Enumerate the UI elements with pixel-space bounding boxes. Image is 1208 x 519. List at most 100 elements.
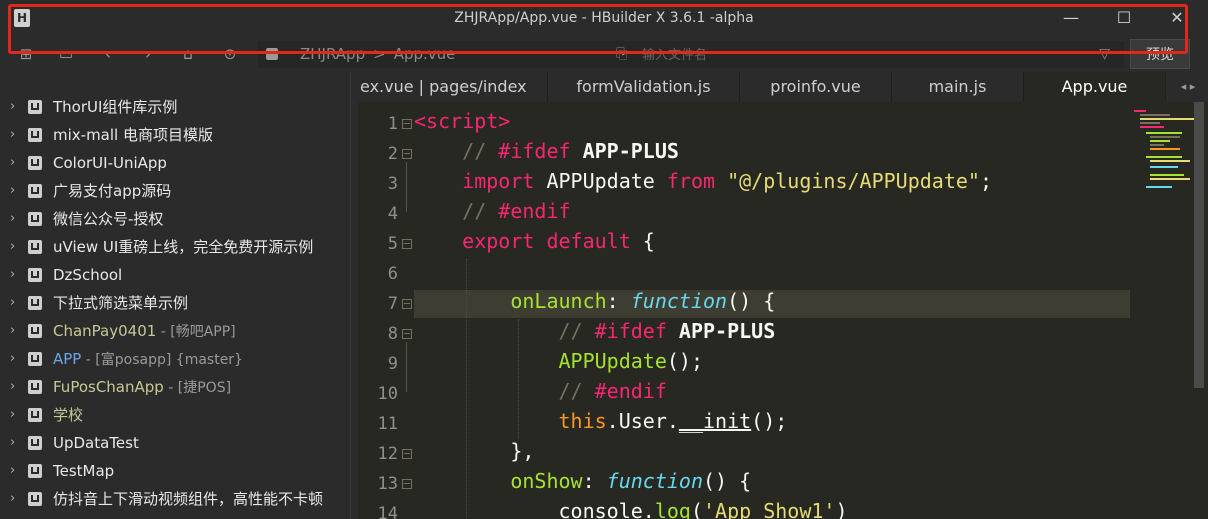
breadcrumb-file[interactable]: App.vue xyxy=(394,45,456,63)
project-name: 学校 xyxy=(53,406,84,424)
breadcrumb-project[interactable]: ZHJRApp xyxy=(300,45,365,63)
project-item[interactable]: › UpDataTest xyxy=(0,429,350,457)
minimap[interactable] xyxy=(1130,102,1196,282)
code-line: onLaunch: function() { xyxy=(510,289,776,313)
project-item[interactable]: › DzSchool xyxy=(0,261,350,289)
chevron-right-icon[interactable]: › xyxy=(10,463,15,478)
line-number: 9 xyxy=(387,354,398,374)
chevron-right-icon[interactable]: › xyxy=(10,323,15,338)
tab-scroll-arrows[interactable]: ◂ ▸ xyxy=(1168,72,1208,102)
line-number: 11 xyxy=(377,414,398,434)
tab-index-vue[interactable]: ex.vue | pages/index xyxy=(358,72,548,102)
fold-marker-icon[interactable] xyxy=(402,299,412,309)
fold-range-line xyxy=(406,162,407,212)
chevron-right-icon[interactable]: › xyxy=(10,351,15,366)
project-tag: - [捷POS] xyxy=(163,380,232,396)
chevron-right-icon[interactable]: › xyxy=(10,211,15,226)
project-item-label: FuPosChanApp - [捷POS] xyxy=(53,373,231,401)
project-item[interactable]: › ThorUI组件库示例 xyxy=(0,93,350,121)
project-icon xyxy=(28,268,42,282)
chevron-right-icon[interactable]: › xyxy=(10,379,15,394)
project-item[interactable]: › 广易支付app源码 xyxy=(0,177,350,205)
maximize-button[interactable]: ☐ xyxy=(1110,6,1138,30)
vertical-scrollbar[interactable] xyxy=(1194,102,1204,388)
line-number: 1 xyxy=(387,114,398,134)
toolbar: ⊞ ▭ ‹ › ⌂ ⊙ ZHJRApp > App.vue ⎘ ▽ 预览 xyxy=(0,37,1208,72)
save-icon[interactable]: ▭ xyxy=(56,44,76,64)
file-search-input[interactable] xyxy=(640,44,1084,67)
line-number: 12 xyxy=(377,444,398,464)
chevron-right-icon[interactable]: › xyxy=(10,407,15,422)
project-item[interactable]: › ChanPay0401 - [畅吧APP] xyxy=(0,317,350,345)
fold-marker-icon[interactable] xyxy=(402,449,412,459)
chevron-right-icon[interactable]: › xyxy=(10,239,15,254)
breadcrumb[interactable]: ZHJRApp > App.vue xyxy=(258,41,608,68)
project-name: UpDataTest xyxy=(53,434,139,452)
project-item[interactable]: › FuPosChanApp - [捷POS] xyxy=(0,373,350,401)
line-number: 6 xyxy=(387,264,398,284)
run-icon[interactable]: ⊙ xyxy=(220,44,240,64)
close-button[interactable]: ✕ xyxy=(1163,6,1191,30)
project-item-label: UpDataTest xyxy=(53,429,139,457)
line-number: 2 xyxy=(387,144,398,164)
project-icon xyxy=(28,324,42,338)
project-icon xyxy=(28,212,42,226)
project-item-label: 广易支付app源码 xyxy=(53,177,171,205)
code-editor[interactable]: 1 2 3 4 5 6 7 8 9 10 11 12 13 14 <script… xyxy=(358,102,1208,519)
project-item[interactable]: › APP - [富posapp] {master} xyxy=(0,345,350,373)
line-number: 3 xyxy=(387,174,398,194)
chevron-right-icon[interactable]: › xyxy=(10,99,15,114)
fold-marker-icon[interactable] xyxy=(402,239,412,249)
new-file-icon[interactable]: ⊞ xyxy=(16,44,36,64)
project-item[interactable]: › 微信公众号-授权 xyxy=(0,205,350,233)
breadcrumb-separator: > xyxy=(373,45,386,63)
project-item[interactable]: › uView UI重磅上线，完全免费开源示例 xyxy=(0,233,350,261)
project-item[interactable]: › TestMap xyxy=(0,457,350,485)
line-number: 7 xyxy=(387,294,398,314)
chevron-right-icon[interactable]: › xyxy=(10,295,15,310)
project-name: APP xyxy=(53,350,82,368)
project-icon xyxy=(28,128,42,142)
chevron-right-icon[interactable]: › xyxy=(10,267,15,282)
window-title: ZHJRApp/App.vue - HBuilder X 3.6.1 -alph… xyxy=(454,10,754,26)
project-name: ThorUI组件库示例 xyxy=(53,98,178,116)
code-line: // #ifdef APP-PLUS xyxy=(558,319,776,343)
filter-icon[interactable]: ▽ xyxy=(1099,46,1110,62)
project-item[interactable]: › 学校 xyxy=(0,401,350,429)
code-line: APPUpdate(); xyxy=(558,349,704,373)
preview-button[interactable]: 预览 xyxy=(1130,39,1190,69)
tab-app-vue[interactable]: App.vue xyxy=(1024,72,1166,102)
chevron-right-icon[interactable]: › xyxy=(10,435,15,450)
fold-marker-icon[interactable] xyxy=(402,149,412,159)
project-name: uView UI重磅上线，完全免费开源示例 xyxy=(53,238,314,256)
project-item-label: TestMap xyxy=(53,457,114,485)
project-icon xyxy=(28,492,42,506)
project-item[interactable]: › 下拉式筛选菜单示例 xyxy=(0,289,350,317)
project-item[interactable]: › ColorUI-UniApp xyxy=(0,149,350,177)
fold-marker-icon[interactable] xyxy=(402,479,412,489)
home-icon[interactable]: ⌂ xyxy=(178,44,198,64)
line-number: 8 xyxy=(387,324,398,344)
file-search-icon: ⎘ xyxy=(616,46,628,62)
project-item-label: 仿抖音上下滑动视频组件，高性能不卡顿 xyxy=(53,485,323,513)
chevron-right-icon[interactable]: › xyxy=(10,127,15,142)
minimize-button[interactable]: — xyxy=(1057,6,1085,30)
project-icon xyxy=(28,156,42,170)
project-icon xyxy=(28,352,42,366)
fold-marker-icon[interactable] xyxy=(402,329,412,339)
chevron-right-icon[interactable]: › xyxy=(10,491,15,506)
project-name: TestMap xyxy=(53,462,115,480)
forward-icon[interactable]: › xyxy=(138,44,158,64)
tab-main-js[interactable]: main.js xyxy=(892,72,1024,102)
project-item-label: mix-mall 电商项目模版 xyxy=(53,121,213,149)
back-icon[interactable]: ‹ xyxy=(98,44,118,64)
tab-proinfo-vue[interactable]: proinfo.vue xyxy=(740,72,892,102)
project-item[interactable]: › 仿抖音上下滑动视频组件，高性能不卡顿 xyxy=(0,485,350,513)
tab-formvalidation-js[interactable]: formValidation.js xyxy=(548,72,740,102)
project-item-label: DzSchool xyxy=(53,261,122,289)
project-item[interactable]: › mix-mall 电商项目模版 xyxy=(0,121,350,149)
project-icon xyxy=(266,48,278,60)
chevron-right-icon[interactable]: › xyxy=(10,183,15,198)
chevron-right-icon[interactable]: › xyxy=(10,155,15,170)
fold-marker-icon[interactable] xyxy=(402,119,412,129)
